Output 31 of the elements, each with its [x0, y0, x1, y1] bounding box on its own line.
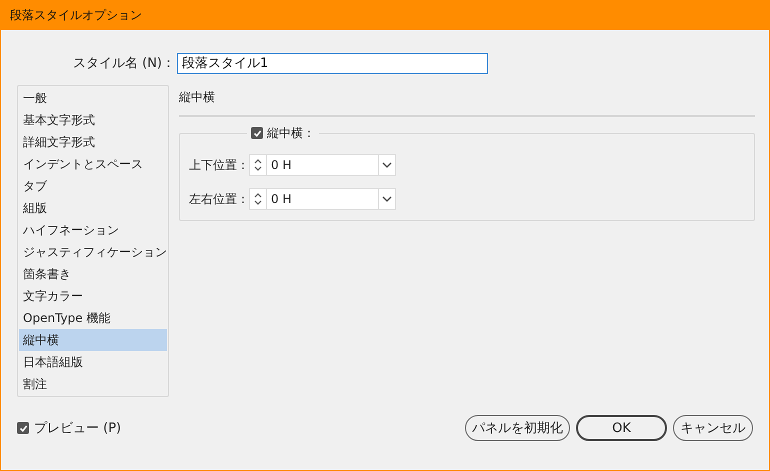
- window-title: 段落スタイルオプション: [10, 6, 142, 24]
- sidebar-item[interactable]: インデントとスペース: [19, 153, 167, 175]
- sidebar-item[interactable]: 一般: [19, 87, 167, 109]
- style-name-label: スタイル名 (N)：: [72, 55, 176, 72]
- preview-label: プレビュー (P): [34, 420, 122, 437]
- sidebar-item[interactable]: 組版: [19, 197, 167, 219]
- sidebar-item[interactable]: 詳細文字形式: [19, 131, 167, 153]
- sidebar-item[interactable]: 割注: [19, 373, 167, 395]
- spinner-field[interactable]: 0 H: [249, 188, 396, 210]
- sidebar-item[interactable]: タブ: [19, 175, 167, 197]
- sidebar-item[interactable]: ハイフネーション: [19, 219, 167, 241]
- checkbox[interactable]: [17, 422, 29, 434]
- sidebar-item[interactable]: OpenType 機能: [19, 307, 167, 329]
- dialog-button[interactable]: OK: [576, 415, 667, 441]
- sidebar-item[interactable]: ジャスティフィケーション: [19, 241, 167, 263]
- sidebar-item[interactable]: 縦中横: [19, 329, 167, 351]
- sidebar-item[interactable]: 箇条書き: [19, 263, 167, 285]
- group-label: 縦中横：: [267, 124, 315, 142]
- field-label: 上下位置：: [189, 156, 249, 174]
- spinner-field[interactable]: 0 H: [249, 154, 396, 176]
- section-heading: 縦中横: [179, 89, 216, 106]
- checkbox[interactable]: [251, 127, 263, 139]
- caret-icon[interactable]: [382, 162, 392, 168]
- dialog-button[interactable]: パネルを初期化: [465, 415, 570, 441]
- dialog-button[interactable]: キャンセル: [673, 415, 753, 441]
- style-name-field[interactable]: 段落スタイル1: [177, 52, 488, 74]
- field-label: 左右位置：: [189, 190, 249, 208]
- sidebar-item[interactable]: 文字カラー: [19, 285, 167, 307]
- sidebar-item[interactable]: 基本文字形式: [19, 109, 167, 131]
- sidebar-item[interactable]: 日本語組版: [19, 351, 167, 373]
- caret-icon[interactable]: [382, 196, 392, 202]
